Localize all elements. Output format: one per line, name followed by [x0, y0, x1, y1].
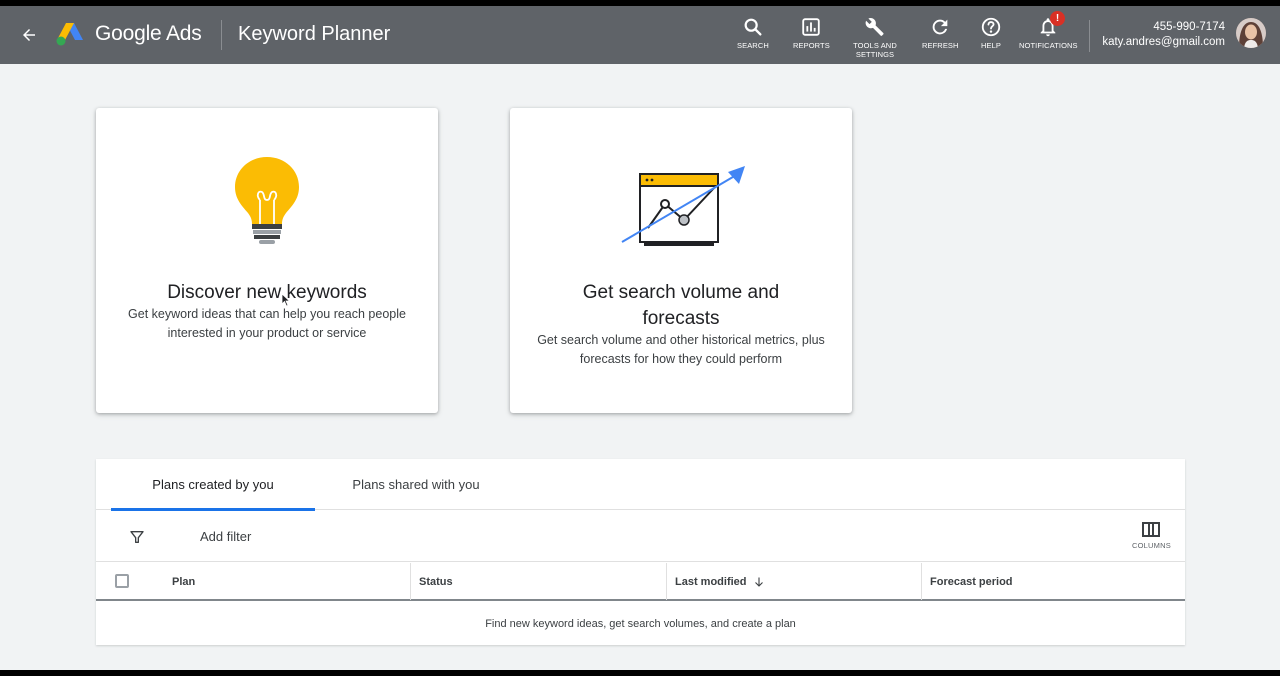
product-name: Google Ads — [95, 22, 202, 45]
tab-plans-shared-with-you[interactable]: Plans shared with you — [326, 459, 506, 510]
column-header-plan[interactable]: Plan — [164, 563, 410, 600]
column-header-forecast-period-label: Forecast period — [930, 575, 1013, 588]
notification-badge: ! — [1050, 11, 1065, 26]
reports-icon — [802, 18, 821, 36]
avatar-photo-icon — [1236, 18, 1266, 48]
help-icon — [981, 17, 1001, 37]
back-button[interactable] — [14, 20, 44, 50]
column-header-plan-label: Plan — [172, 575, 196, 588]
tools-settings-button[interactable]: TOOLS AND SETTINGS — [849, 16, 901, 59]
account-divider — [1089, 20, 1090, 52]
refresh-label: REFRESH — [922, 41, 959, 50]
plans-panel: Plans created by you Plans shared with y… — [96, 459, 1185, 645]
plans-tabs: Plans created by you Plans shared with y… — [96, 459, 1185, 511]
column-header-status-label: Status — [419, 575, 453, 588]
refresh-icon — [932, 19, 948, 35]
notifications-label: NOTIFICATIONS — [1019, 41, 1078, 50]
column-header-last-modified[interactable]: Last modified — [666, 563, 922, 600]
account-id: 455-990-7174 — [1153, 21, 1225, 33]
search-icon — [744, 18, 762, 36]
discover-keywords-card[interactable]: Discover new keywords Get keyword ideas … — [96, 108, 438, 413]
search-tool-label: SEARCH — [737, 41, 769, 50]
filter-bar: Add filter COLUMNS — [96, 510, 1185, 562]
filter-icon[interactable] — [129, 529, 145, 545]
tools-settings-label: TOOLS AND SETTINGS — [853, 41, 897, 59]
sort-descending-icon — [754, 577, 763, 587]
refresh-button[interactable]: REFRESH — [922, 16, 959, 50]
columns-button[interactable]: COLUMNS — [1132, 522, 1171, 550]
avatar[interactable] — [1236, 18, 1266, 48]
columns-icon — [1142, 522, 1161, 537]
mouse-cursor-icon — [281, 293, 291, 307]
wrench-icon — [865, 18, 884, 36]
forecast-card-title: Get search volume and forecasts — [582, 282, 780, 329]
column-header-forecast-period[interactable]: Forecast period — [921, 563, 1185, 600]
lightbulb-icon — [235, 157, 299, 244]
account-switcher[interactable]: 455-990-7174 katy.andres@gmail.com — [1095, 20, 1225, 50]
forecast-card-description: Get search volume and other historical m… — [537, 333, 825, 366]
columns-label: COLUMNS — [1132, 541, 1171, 550]
search-volume-forecasts-card[interactable]: Get search volume and forecasts Get sear… — [510, 108, 852, 413]
google-ads-logo-icon — [56, 23, 83, 46]
trend-chart-icon — [621, 166, 745, 246]
help-button[interactable]: HELP — [980, 16, 1002, 50]
account-email: katy.andres@gmail.com — [1102, 36, 1225, 48]
discover-card-title: Discover new keywords — [167, 282, 367, 303]
discover-card-description: Get keyword ideas that can help you reac… — [128, 307, 406, 340]
reports-tool-button[interactable]: REPORTS — [793, 16, 830, 50]
empty-state-message: Find new keyword ideas, get search volum… — [485, 618, 796, 630]
table-header: Plan Status Last modified Forecast perio… — [96, 563, 1185, 601]
column-header-last-modified-label: Last modified — [675, 575, 747, 588]
help-label: HELP — [981, 41, 1001, 50]
back-arrow-icon — [23, 29, 35, 41]
select-all-checkbox[interactable] — [115, 574, 129, 588]
keyword-planner-screen: Google Ads Keyword Planner SEARCH REPORT… — [0, 6, 1280, 670]
top-bar: Google Ads Keyword Planner SEARCH REPORT… — [0, 6, 1280, 64]
reports-tool-label: REPORTS — [793, 41, 830, 50]
notifications-button[interactable]: ! NOTIFICATIONS — [1019, 11, 1078, 50]
header-divider — [221, 20, 222, 50]
search-tool-button[interactable]: SEARCH — [737, 16, 769, 50]
page-title: Keyword Planner — [238, 23, 391, 45]
add-filter-button[interactable]: Add filter — [200, 529, 251, 544]
tab-plans-created-by-you[interactable]: Plans created by you — [111, 459, 315, 511]
column-header-status[interactable]: Status — [410, 563, 666, 600]
